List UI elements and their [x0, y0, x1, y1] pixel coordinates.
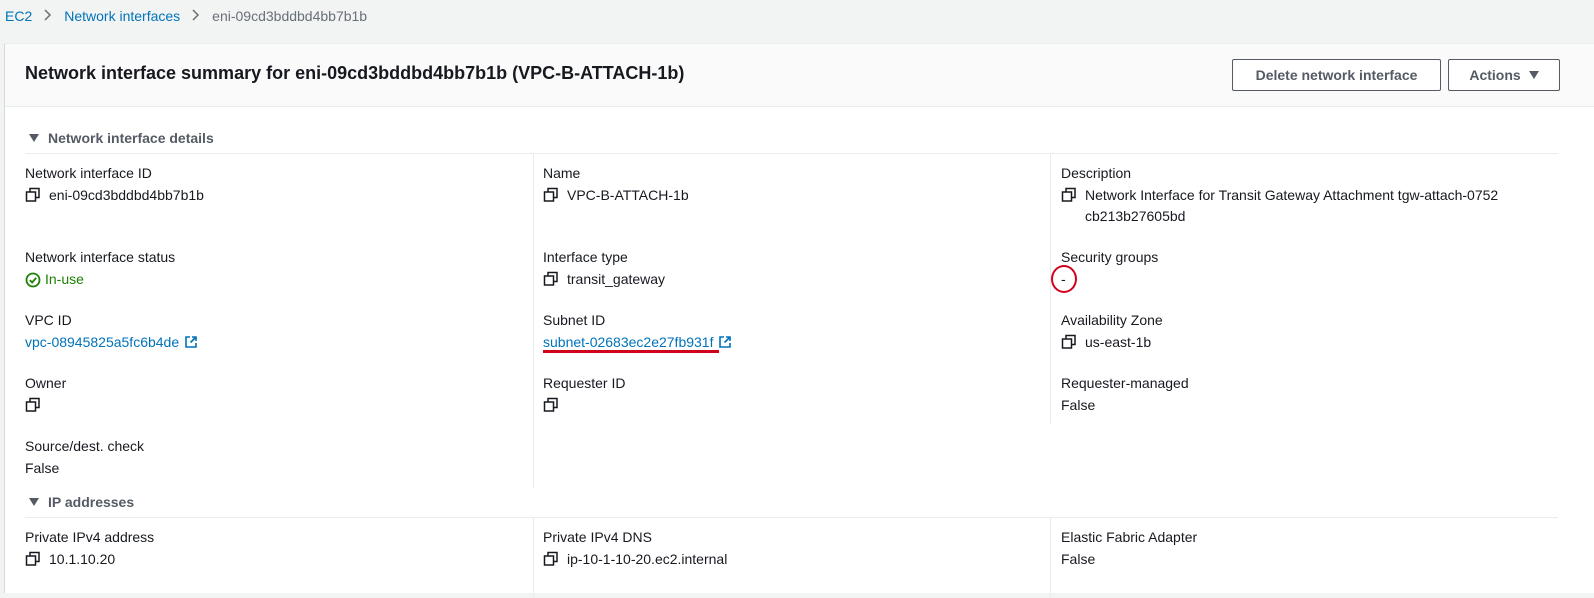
actions-button[interactable]: Actions: [1448, 59, 1560, 91]
requester-managed-value: False: [1061, 397, 1096, 413]
owner-label: Owner: [25, 375, 67, 391]
description-label: Description: [1061, 165, 1132, 181]
efa-value: False: [1061, 551, 1096, 567]
status-value: In-use: [45, 271, 84, 287]
subnet-id-field: Subnet ID subnet-02683ec2e27fb931f: [543, 310, 732, 353]
requester-id-field: Requester ID: [543, 373, 625, 413]
source-dest-check-value: False: [25, 460, 60, 476]
breadcrumb-network-interfaces-link[interactable]: Network interfaces: [64, 8, 180, 24]
breadcrumb-current: eni-09cd3bddbd4bb7b1b: [212, 8, 368, 24]
requester-managed-label: Requester-managed: [1061, 375, 1189, 391]
vpc-id-field: VPC ID vpc-08945825a5fc6b4de: [25, 310, 198, 353]
ip-section-title: IP addresses: [48, 494, 135, 510]
private-dns-value: ip-10-1-10-20.ec2.internal: [567, 551, 728, 567]
copy-icon[interactable]: [25, 187, 41, 203]
status-label: Network interface status: [25, 249, 176, 265]
column-divider: [533, 154, 534, 488]
external-link-icon[interactable]: [184, 335, 198, 349]
type-value: transit_gateway: [567, 271, 666, 287]
private-dns-label: Private IPv4 DNS: [543, 529, 652, 545]
az-value: us-east-1b: [1085, 334, 1152, 350]
copy-icon[interactable]: [1061, 334, 1077, 350]
copy-icon[interactable]: [1061, 187, 1077, 203]
source-dest-check-label: Source/dest. check: [25, 438, 145, 454]
ip-section-toggle[interactable]: IP addresses: [29, 492, 134, 512]
az-label: Availability Zone: [1061, 312, 1163, 328]
chevron-right-icon: [192, 8, 200, 24]
eni-id-field: Network interface ID eni-09cd3bddbd4bb7b…: [25, 163, 204, 206]
copy-icon[interactable]: [543, 397, 559, 413]
status-badge: In-use: [25, 269, 84, 290]
copy-icon[interactable]: [543, 271, 559, 287]
efa-label: Elastic Fabric Adapter: [1061, 529, 1198, 545]
copy-icon[interactable]: [543, 187, 559, 203]
copy-icon[interactable]: [543, 551, 559, 567]
caret-down-icon: [1528, 71, 1539, 79]
network-interface-panel: Network interface summary for eni-09cd3b…: [4, 43, 1594, 598]
source-dest-check-field: Source/dest. check False: [25, 436, 144, 479]
type-field: Interface type transit_gateway: [543, 247, 665, 290]
subnet-id-label: Subnet ID: [543, 312, 606, 328]
column-divider: [1050, 518, 1051, 598]
actions-button-label: Actions: [1469, 67, 1521, 83]
chevron-right-icon: [44, 8, 52, 24]
security-groups-label: Security groups: [1061, 249, 1159, 265]
az-field: Availability Zone us-east-1b: [1061, 310, 1163, 353]
caret-down-icon: [29, 498, 39, 506]
private-ipv4-value: 10.1.10.20: [49, 551, 116, 567]
caret-down-icon: [29, 134, 39, 142]
description-field: Description Network Interface for Transi…: [1061, 163, 1501, 227]
check-circle-icon: [25, 272, 41, 287]
details-section-toggle[interactable]: Network interface details: [29, 128, 214, 148]
private-ipv4-label: Private IPv4 address: [25, 529, 155, 545]
vpc-id-link[interactable]: vpc-08945825a5fc6b4de: [25, 332, 179, 353]
requester-id-label: Requester ID: [543, 375, 626, 391]
annotation-underline: [543, 350, 719, 353]
divider: [25, 153, 1558, 154]
eni-id-value: eni-09cd3bddbd4bb7b1b: [49, 187, 204, 203]
requester-managed-field: Requester-managed False: [1061, 373, 1189, 416]
delete-button-label: Delete network interface: [1255, 67, 1418, 83]
name-label: Name: [543, 165, 581, 181]
breadcrumb: EC2 Network interfaces eni-09cd3bddbd4bb…: [5, 6, 367, 26]
copy-icon[interactable]: [25, 551, 41, 567]
eni-id-label: Network interface ID: [25, 165, 152, 181]
status-field: Network interface status In-use: [25, 247, 175, 290]
panel-header: Network interface summary for eni-09cd3b…: [5, 44, 1594, 107]
copy-icon[interactable]: [25, 397, 41, 413]
owner-field: Owner: [25, 373, 66, 413]
description-value: Network Interface for Transit Gateway At…: [1085, 187, 1499, 224]
divider: [25, 517, 1558, 518]
type-label: Interface type: [543, 249, 628, 265]
breadcrumb-ec2-link[interactable]: EC2: [5, 8, 32, 24]
name-value: VPC-B-ATTACH-1b: [567, 187, 689, 203]
efa-field: Elastic Fabric Adapter False: [1061, 527, 1197, 570]
private-ipv4-field: Private IPv4 address 10.1.10.20: [25, 527, 154, 570]
page-title: Network interface summary for eni-09cd3b…: [25, 63, 685, 83]
details-section-title: Network interface details: [48, 130, 214, 146]
external-link-icon[interactable]: [718, 335, 732, 349]
column-divider: [533, 518, 534, 598]
delete-network-interface-button[interactable]: Delete network interface: [1232, 59, 1441, 91]
name-field: Name VPC-B-ATTACH-1b: [543, 163, 689, 206]
private-dns-field: Private IPv4 DNS ip-10-1-10-20.ec2.inter…: [543, 527, 727, 570]
column-divider: [1050, 154, 1051, 424]
annotation-circle: [1051, 265, 1077, 293]
vpc-id-label: VPC ID: [25, 312, 72, 328]
